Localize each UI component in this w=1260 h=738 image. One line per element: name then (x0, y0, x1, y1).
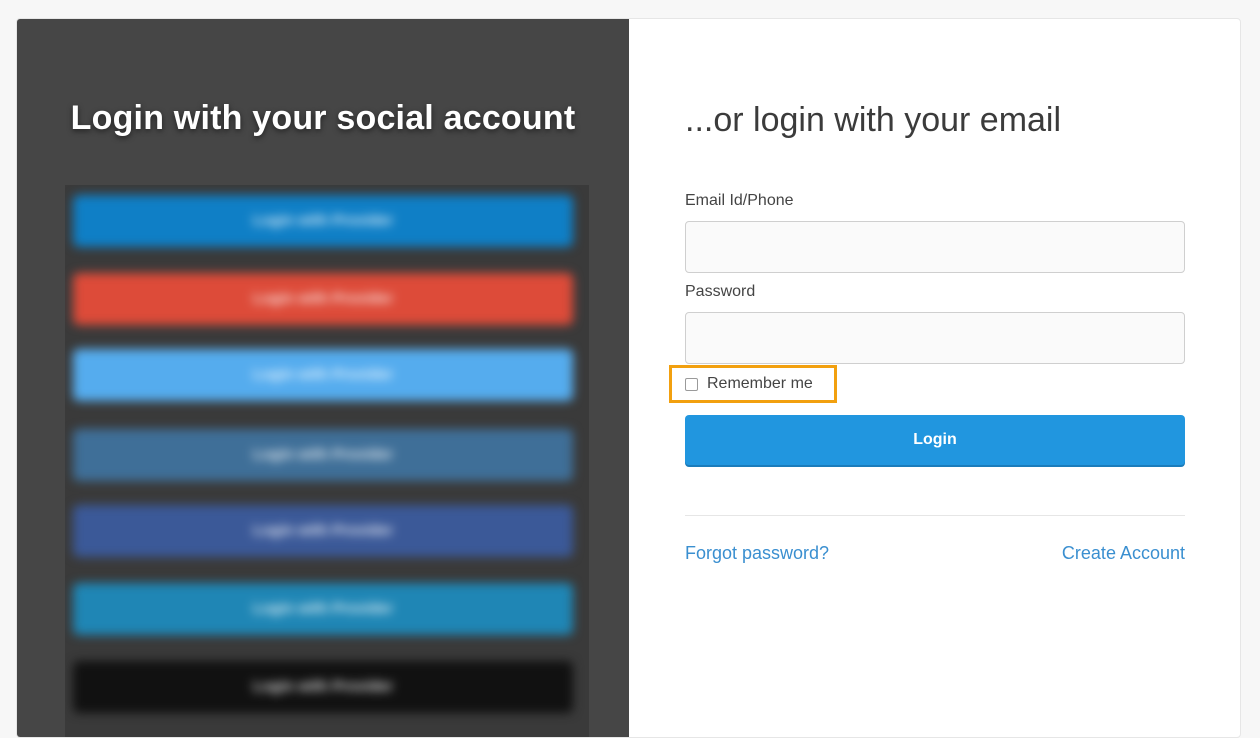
email-login-title: ...or login with your email (685, 101, 1062, 139)
social-login-button-5[interactable]: Login with Provider (73, 505, 573, 557)
remember-me-label[interactable]: Remember me (707, 375, 813, 393)
social-login-button-4[interactable]: Login with Provider (73, 429, 573, 481)
social-login-button-1[interactable]: Login with Provider (73, 195, 573, 247)
password-label: Password (685, 283, 756, 300)
social-login-panel: Login with your social account Login wit… (17, 19, 629, 737)
divider (685, 515, 1185, 516)
social-login-button-3[interactable]: Login with Provider (73, 349, 573, 401)
login-button[interactable]: Login (685, 415, 1185, 465)
social-login-button-2[interactable]: Login with Provider (73, 273, 573, 325)
remember-me-highlight: Remember me (669, 365, 837, 403)
social-login-button-7[interactable]: Login with Provider (73, 661, 573, 713)
social-login-button-6[interactable]: Login with Provider (73, 583, 573, 635)
create-account-link[interactable]: Create Account (1062, 543, 1185, 564)
remember-me-checkbox[interactable] (685, 377, 698, 391)
social-buttons-list: Login with Provider Login with Provider … (65, 185, 589, 737)
login-card: Login with your social account Login wit… (16, 18, 1241, 738)
social-login-title: Login with your social account (70, 99, 576, 137)
email-input[interactable] (685, 221, 1185, 273)
email-login-panel: ...or login with your email Email Id/Pho… (629, 19, 1240, 737)
forgot-password-link[interactable]: Forgot password? (685, 543, 829, 564)
email-label: Email Id/Phone (685, 192, 794, 209)
password-input[interactable] (685, 312, 1185, 364)
